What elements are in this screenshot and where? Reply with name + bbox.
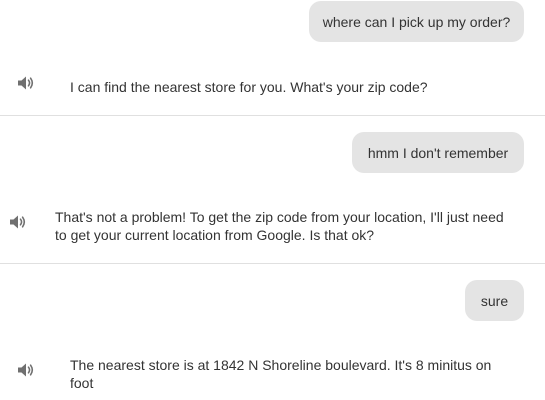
message-divider xyxy=(0,263,545,264)
bot-message-text: I can find the nearest store for you. Wh… xyxy=(70,79,428,95)
user-message-bubble: sure xyxy=(465,280,524,321)
speaker-icon[interactable] xyxy=(17,362,35,378)
user-message-bubble: hmm I don't remember xyxy=(352,132,524,173)
bot-message-text: The nearest store is at 1842 N Shoreline… xyxy=(70,357,492,391)
user-message-bubble: where can I pick up my order? xyxy=(309,1,524,42)
speaker-icon[interactable] xyxy=(17,75,35,91)
message-divider xyxy=(0,115,545,116)
speaker-icon[interactable] xyxy=(9,214,27,230)
bot-message-text: That's not a problem! To get the zip cod… xyxy=(55,209,504,243)
